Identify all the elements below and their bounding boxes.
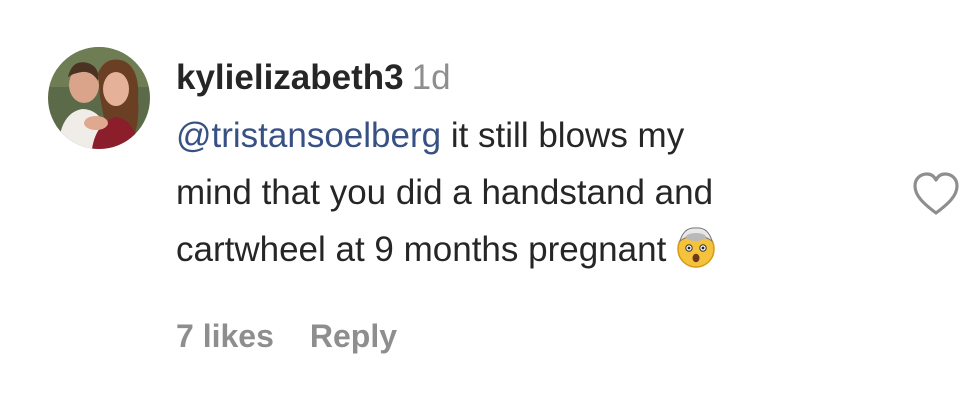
likes-count[interactable]: 7 likes	[176, 318, 274, 354]
comment-header: kylielizabeth3 1d	[176, 52, 886, 104]
username-link[interactable]: kylielizabeth3	[176, 58, 404, 97]
avatar[interactable]	[48, 47, 150, 149]
mention-link[interactable]: @tristansoelberg	[176, 116, 441, 155]
comment-text-line3: cartwheel at 9 months pregnant	[176, 230, 667, 269]
heart-icon[interactable]	[910, 170, 962, 218]
comment-text-line1: it still blows my	[441, 116, 685, 155]
comment-text-line2: mind that you did a handstand and	[176, 173, 714, 212]
timestamp[interactable]: 1d	[412, 58, 451, 97]
comment-body: kylielizabeth3 1d @tristansoelberg it sti…	[176, 52, 886, 278]
comment-text: @tristansoelberg it still blows my mind …	[176, 107, 886, 278]
reply-button[interactable]: Reply	[310, 318, 397, 354]
exploding-head-emoji-icon	[674, 225, 718, 269]
comment-item: kylielizabeth3 1d @tristansoelberg it sti…	[0, 0, 980, 402]
comment-actions: 7 likes Reply	[176, 312, 397, 360]
